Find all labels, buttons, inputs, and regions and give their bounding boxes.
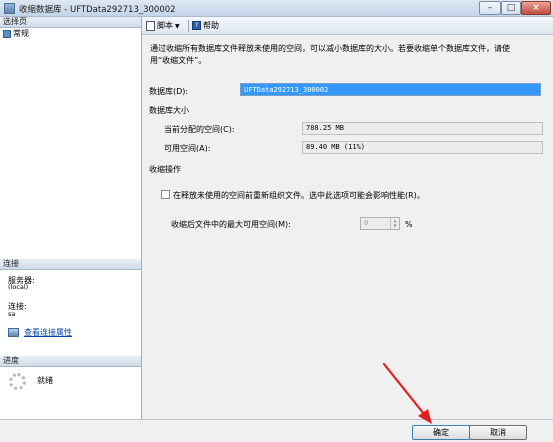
reorganize-checkbox[interactable] xyxy=(161,190,170,199)
title-bar: 收缩数据库 - UFTData292713_300002 – □ × xyxy=(0,0,553,17)
app-icon xyxy=(4,3,15,14)
max-free-space-label: 收缩后文件中的最大可用空间(M): xyxy=(171,220,291,229)
left-panel: 选择页 常规 连接 服务器: (local) 连接: sa 查看连接属性 进度 … xyxy=(0,17,142,419)
minimize-button[interactable]: – xyxy=(479,1,501,15)
max-free-space-value[interactable]: 0 xyxy=(364,218,368,229)
view-connection-properties[interactable]: 查看连接属性 xyxy=(8,327,72,339)
description-text: 通过收缩所有数据库文件释放未使用的空间，可以减小数据库的大小。若要收缩单个数据库… xyxy=(150,44,510,65)
script-button[interactable]: 脚本 ▼ xyxy=(146,19,180,33)
select-page-header: 选择页 xyxy=(0,17,141,28)
ok-button[interactable]: 确定 xyxy=(412,425,470,440)
allocated-space-label: 当前分配的空间(C): xyxy=(164,125,235,134)
help-icon: ? xyxy=(192,21,201,30)
database-size-heading: 数据库大小 xyxy=(149,106,189,115)
stepper-down-icon[interactable]: ▼ xyxy=(391,223,399,228)
max-free-space-stepper[interactable]: 0 ▲ ▼ xyxy=(360,217,400,230)
close-button[interactable]: × xyxy=(521,1,551,15)
connection-value: sa xyxy=(8,310,16,318)
reorganize-label[interactable]: 在释放未使用的空间前重新组织文件。选中此选项可能会影响性能(R)。 xyxy=(173,190,425,201)
window-title: 收缩数据库 - UFTData292713_300002 xyxy=(19,5,176,15)
minimize-icon: – xyxy=(487,3,493,13)
chevron-down-icon[interactable]: ▼ xyxy=(175,20,180,34)
dialog-button-bar: 确定 取消 xyxy=(0,419,553,442)
free-space-label: 可用空间(A): xyxy=(164,144,211,153)
database-field[interactable]: UFTData292713_300002 xyxy=(240,83,541,96)
help-label: 帮助 xyxy=(203,21,219,30)
connection-properties-icon xyxy=(8,328,19,337)
progress-header: 进度 xyxy=(0,356,141,367)
close-icon: × xyxy=(532,3,540,13)
view-connection-properties-link[interactable]: 查看连接属性 xyxy=(24,328,72,337)
server-value: (local) xyxy=(8,283,29,291)
toolbar-separator xyxy=(188,20,189,32)
maximize-button[interactable]: □ xyxy=(501,1,521,15)
page-icon xyxy=(3,29,11,38)
script-label: 脚本 xyxy=(157,21,173,30)
allocated-space-value: 788.25 MB xyxy=(302,122,543,135)
shrink-action-heading: 收缩操作 xyxy=(149,165,181,174)
free-space-value: 89.40 MB (11%) xyxy=(302,141,543,154)
script-icon xyxy=(146,20,155,31)
main-content: 通过收缩所有数据库文件释放未使用的空间，可以减小数据库的大小。若要收缩单个数据库… xyxy=(142,35,553,419)
cancel-button[interactable]: 取消 xyxy=(469,425,527,440)
toolbar: 脚本 ▼ ? 帮助 xyxy=(142,17,553,35)
help-button[interactable]: ? 帮助 xyxy=(192,19,219,33)
maximize-icon: □ xyxy=(506,3,516,13)
database-label: 数据库(D): xyxy=(149,87,189,96)
page-item-general[interactable]: 常规 xyxy=(3,29,29,39)
stepper-buttons: ▲ ▼ xyxy=(390,218,399,229)
progress-status: 就绪 xyxy=(37,376,53,385)
connection-header: 连接 xyxy=(0,259,141,270)
page-item-label: 常规 xyxy=(13,29,29,38)
percent-label: % xyxy=(405,220,413,229)
progress-spinner-icon xyxy=(9,373,26,390)
